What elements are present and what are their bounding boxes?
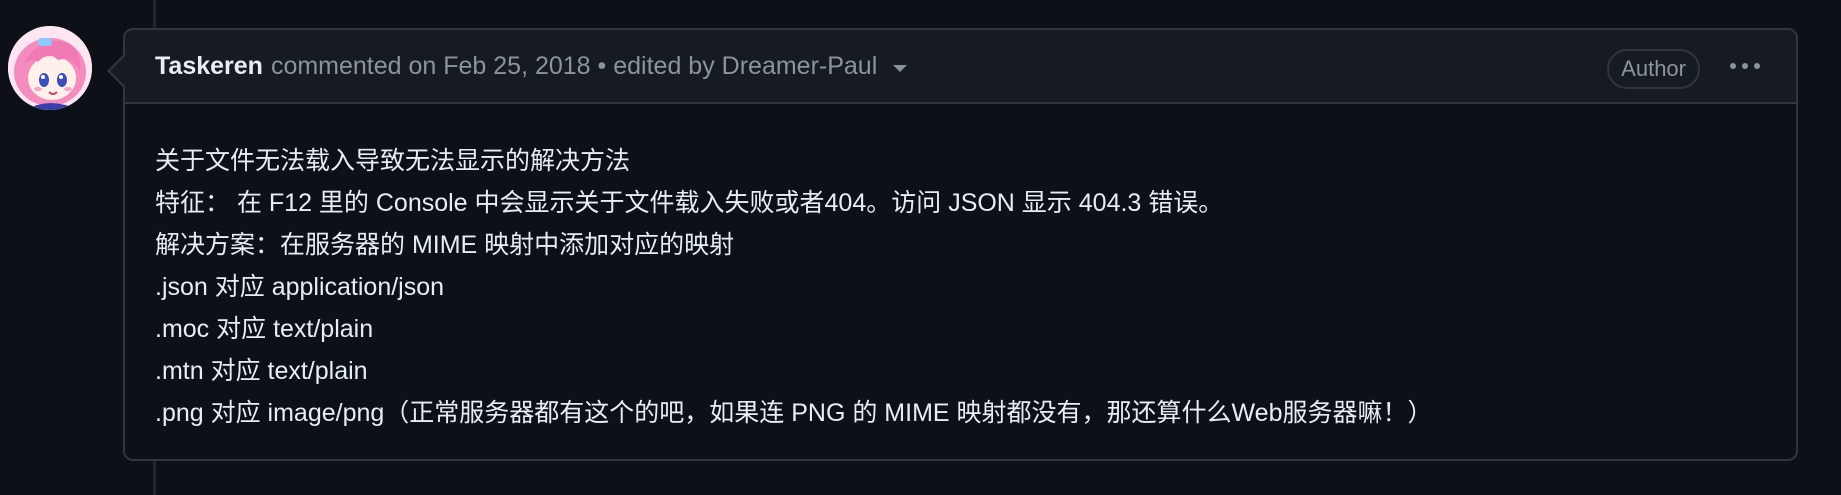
edited-by-dropdown[interactable]: edited by Dreamer-Paul <box>613 51 908 81</box>
comment-line: .json 对应 application/json <box>155 273 445 301</box>
comment-header: Taskeren commented on Feb 25, 2018 • edi… <box>125 30 1796 104</box>
comment-line: .moc 对应 text/plain <box>155 315 374 343</box>
comment-line: 特征： 在 F12 里的 Console 中会显示关于文件载入失败或者404。访… <box>155 189 1224 217</box>
comment-line: 关于文件无法载入导致无法显示的解决方法 <box>155 147 631 175</box>
triangle-down-icon <box>893 64 908 72</box>
dot <box>1754 63 1760 69</box>
avatar[interactable] <box>8 26 92 110</box>
avatar-image <box>8 26 92 110</box>
comment-pointer-fill <box>110 56 125 86</box>
comment-body: 关于文件无法载入导致无法显示的解决方法 特征： 在 F12 里的 Console… <box>125 104 1796 434</box>
comment-line: .png 对应 image/png（正常服务器都有这个的吧，如果连 PNG 的 … <box>155 399 1433 427</box>
author-badge: Author <box>1607 49 1700 89</box>
kebab-horizontal-icon[interactable] <box>1730 63 1760 69</box>
comment-timestamp[interactable]: commented on Feb 25, 2018 <box>271 52 591 81</box>
comment-box: Taskeren commented on Feb 25, 2018 • edi… <box>123 28 1798 461</box>
dot <box>1730 63 1736 69</box>
dot <box>1742 63 1748 69</box>
author-link[interactable]: Taskeren <box>155 52 263 81</box>
comment-line: .mtn 对应 text/plain <box>155 357 368 385</box>
comment-line: 解决方案：在服务器的 MIME 映射中添加对应的映射 <box>155 231 735 259</box>
header-separator: • <box>590 51 614 80</box>
edited-by-label: edited by Dreamer-Paul <box>613 51 878 80</box>
